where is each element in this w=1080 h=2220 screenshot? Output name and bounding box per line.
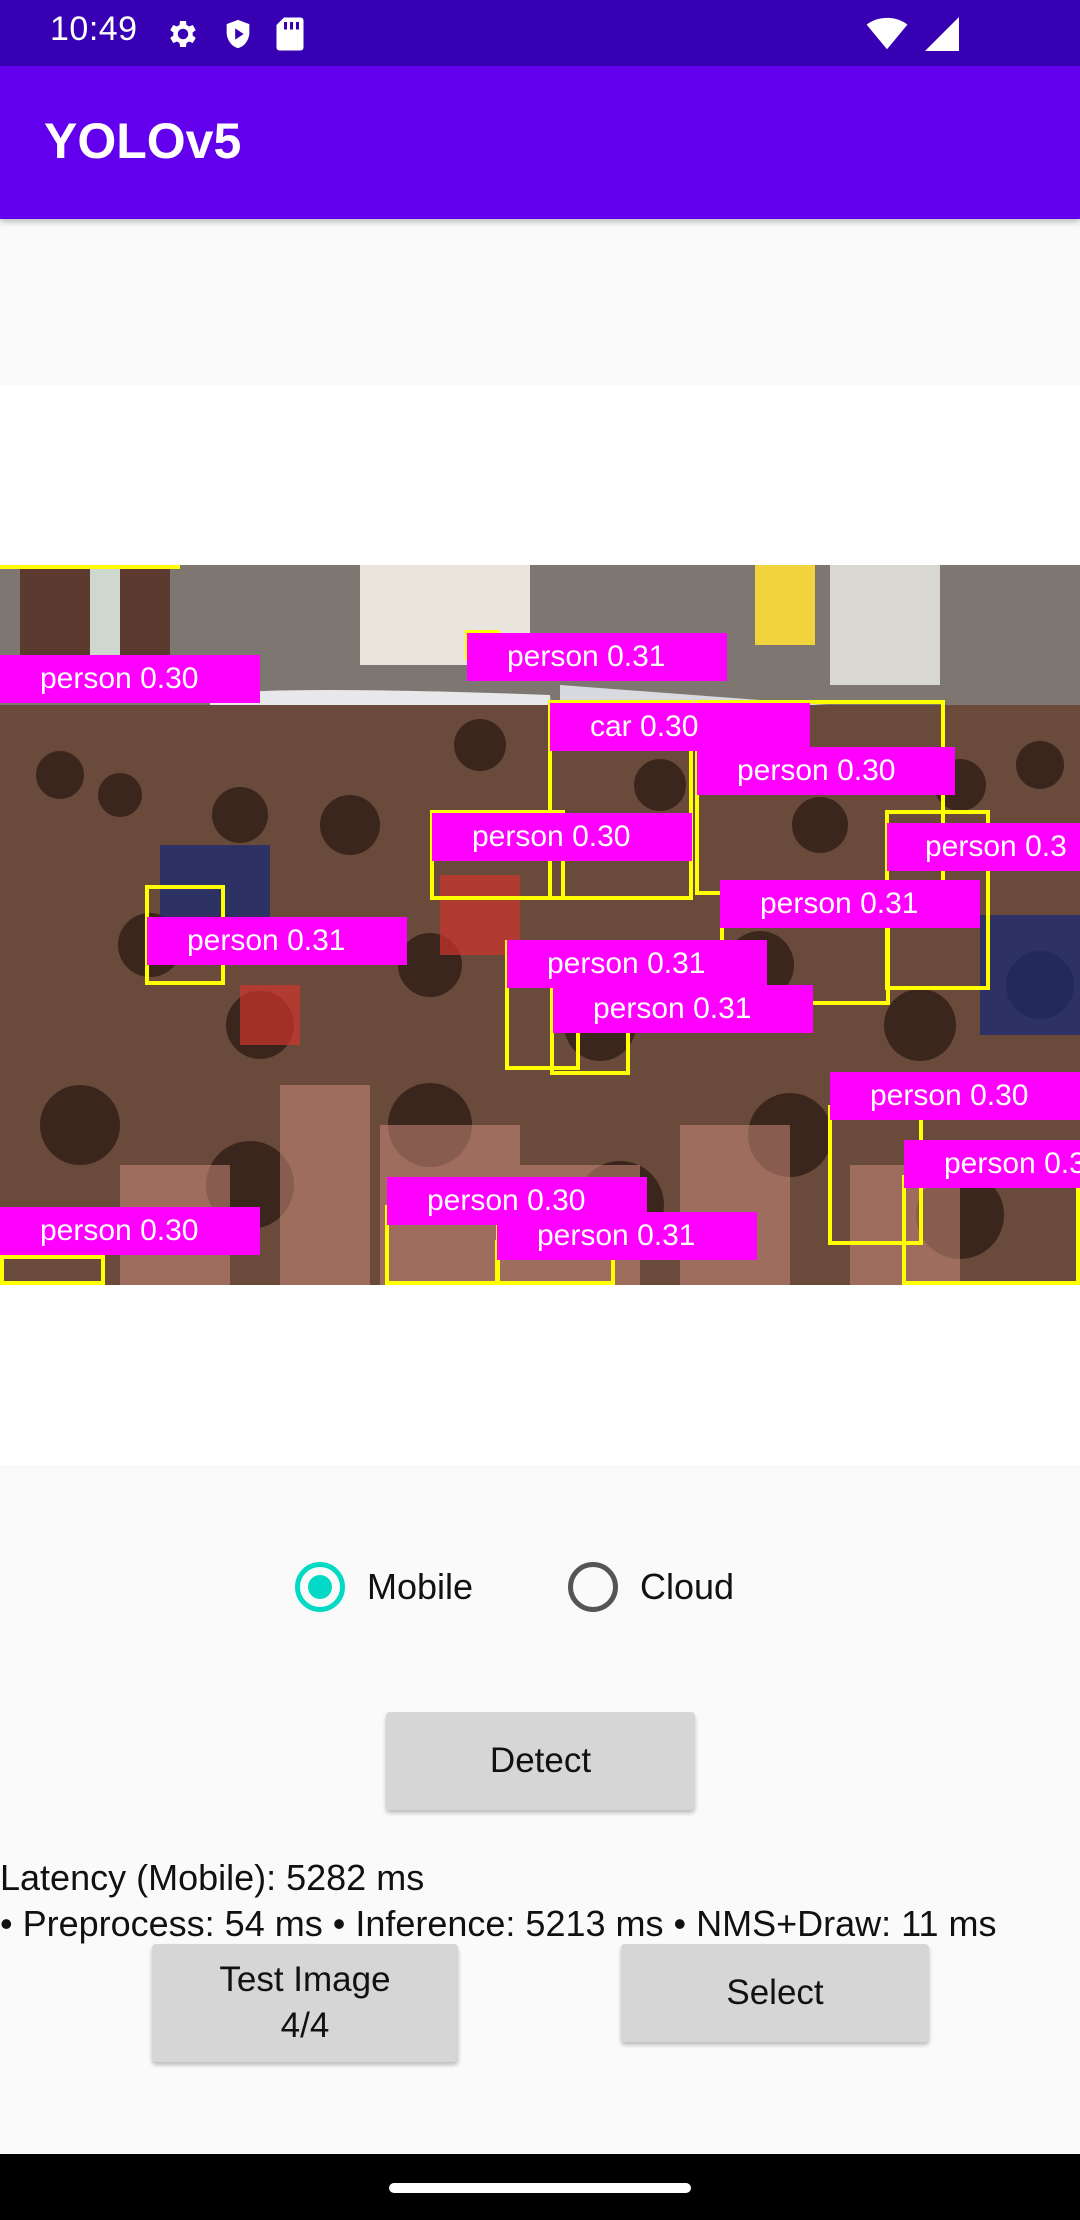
app-title: YOLOv5	[44, 113, 242, 169]
app-bar: YOLOv5	[0, 66, 1080, 219]
test-image-counter: 4/4	[280, 2006, 330, 2045]
detection-label: person 0.3	[904, 1140, 1080, 1188]
detection-box	[0, 565, 180, 569]
image-view: person 0.30 person 0.31 car 0.30 person …	[0, 385, 1080, 1465]
wifi-icon	[866, 17, 908, 51]
shield-icon	[221, 16, 255, 52]
detection-label: person 0.31	[720, 880, 980, 928]
latency-breakdown: • Preprocess: 54 ms • Inference: 5213 ms…	[0, 1903, 997, 1944]
detection-photo: person 0.30 person 0.31 car 0.30 person …	[0, 565, 1080, 1285]
radio-mobile-label: Mobile	[367, 1566, 474, 1607]
detection-box	[0, 1255, 105, 1285]
navigation-bar	[0, 2154, 1080, 2220]
detection-label: car 0.30	[550, 703, 810, 751]
detection-label: person 0.31	[467, 633, 727, 681]
detect-button[interactable]: Detect	[386, 1712, 695, 1810]
test-image-label: Test Image	[219, 1960, 391, 1999]
detection-label: person 0.31	[147, 917, 407, 965]
test-image-button[interactable]: Test Image 4/4	[152, 1944, 458, 2062]
detection-label: person 0.31	[507, 940, 767, 988]
detection-label: person 0.3	[887, 823, 1080, 871]
detection-label: person 0.30	[0, 1207, 260, 1255]
detection-label: person 0.30	[0, 655, 260, 703]
detection-label: person 0.30	[697, 747, 955, 795]
radio-cloud-label: Cloud	[640, 1566, 735, 1607]
signal-icon	[924, 17, 960, 51]
detection-label: person 0.31	[553, 985, 813, 1033]
detection-label: person 0.30	[830, 1072, 1080, 1120]
radio-mobile[interactable]: Mobile	[295, 1556, 473, 1618]
detection-box	[902, 1175, 1080, 1285]
latency-readout: Latency (Mobile): 5282 ms • Preprocess: …	[0, 1855, 1080, 1947]
detection-label: person 0.30	[432, 813, 692, 861]
status-bar: 10:49	[0, 0, 1080, 66]
home-handle[interactable]	[389, 2183, 691, 2193]
mode-radio-group: Mobile Cloud	[0, 1556, 1080, 1618]
radio-cloud[interactable]: Cloud	[568, 1556, 734, 1618]
status-time: 10:49	[50, 10, 138, 48]
select-button[interactable]: Select	[621, 1944, 929, 2042]
detection-label: person 0.31	[497, 1212, 757, 1260]
gear-icon	[165, 16, 201, 52]
sd-card-icon	[275, 16, 305, 52]
radio-checked-icon[interactable]	[295, 1562, 345, 1612]
radio-unchecked-icon[interactable]	[568, 1562, 618, 1612]
latency-total: Latency (Mobile): 5282 ms	[0, 1857, 425, 1898]
